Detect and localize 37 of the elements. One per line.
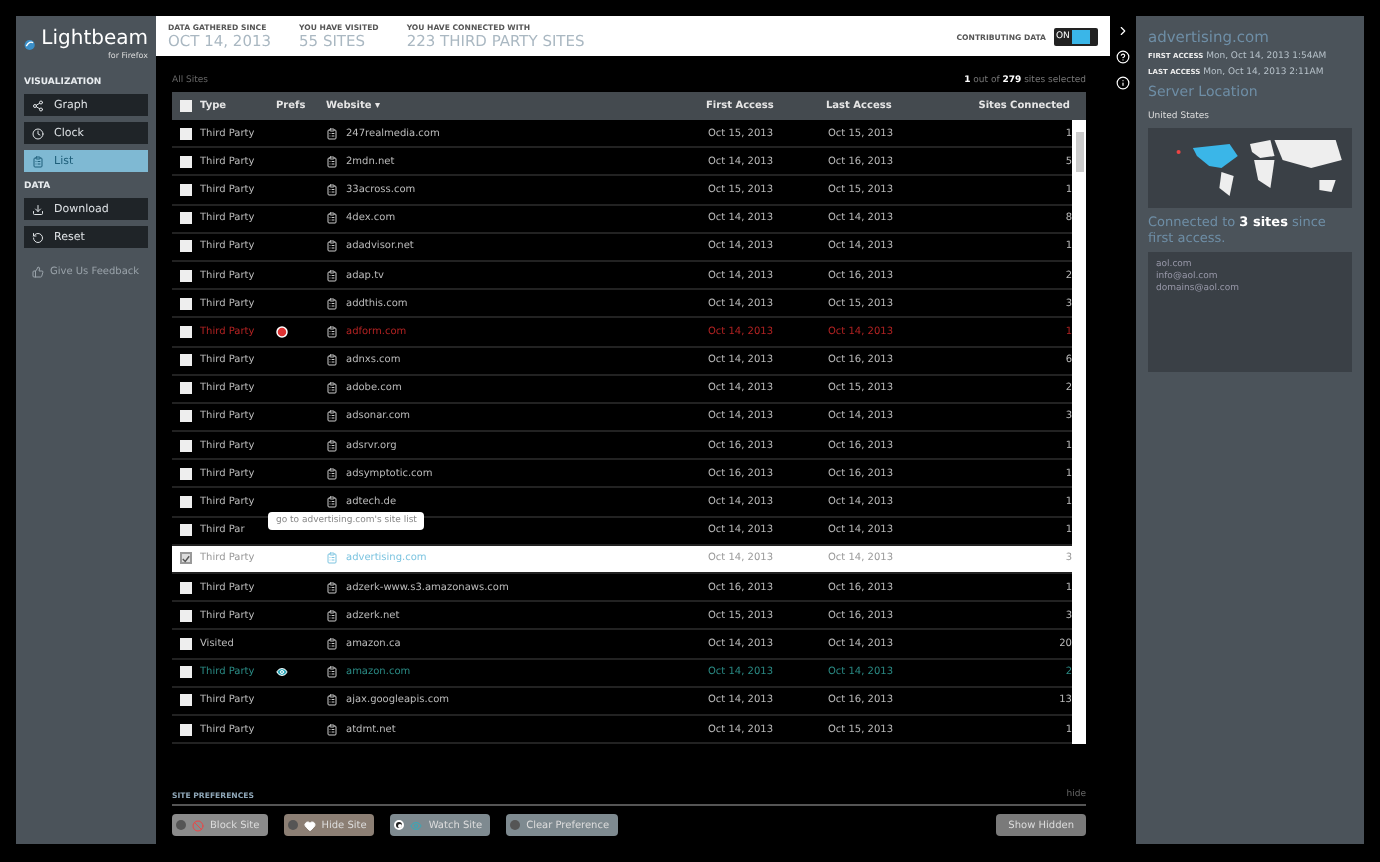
help-icon[interactable] (1116, 50, 1130, 64)
download-icon (32, 203, 44, 215)
info-icon[interactable] (1116, 76, 1130, 90)
heart-icon (303, 819, 316, 831)
clipboard-icon (326, 581, 338, 594)
clipboard-icon (326, 354, 338, 367)
clipboard-icon (326, 382, 338, 395)
clipboard-icon (326, 183, 338, 196)
clipboard-icon (326, 297, 338, 310)
clipboard-icon (326, 325, 338, 338)
clipboard-icon (326, 212, 338, 225)
clipboard-icon (326, 467, 338, 480)
clipboard-icon (326, 666, 338, 679)
clipboard-icon (326, 269, 338, 282)
logo-text: Lightbeam (41, 28, 148, 50)
scrollbar[interactable] (1072, 120, 1086, 745)
clipboard-icon (326, 609, 338, 622)
clipboard-icon (326, 410, 338, 423)
clipboard-icon (326, 637, 338, 650)
row-checkbox[interactable] (180, 552, 192, 565)
collapse-icon[interactable] (1116, 24, 1130, 38)
clipboard-icon (326, 127, 338, 140)
clipboard-icon (326, 723, 338, 736)
clipboard-icon (326, 552, 338, 565)
clipboard-icon (326, 439, 338, 452)
clipboard-icon (326, 496, 338, 509)
clipboard-icon (326, 155, 338, 168)
eye-icon (410, 819, 423, 831)
list-icon (32, 155, 44, 167)
clipboard-icon (326, 694, 338, 707)
clipboard-icon (326, 240, 338, 253)
graph-icon (32, 99, 44, 111)
thumbs-up-icon (32, 266, 44, 278)
select-all-checkbox[interactable] (180, 100, 192, 112)
clock-icon (32, 127, 44, 139)
block-icon (192, 819, 204, 831)
reset-icon (32, 231, 44, 243)
